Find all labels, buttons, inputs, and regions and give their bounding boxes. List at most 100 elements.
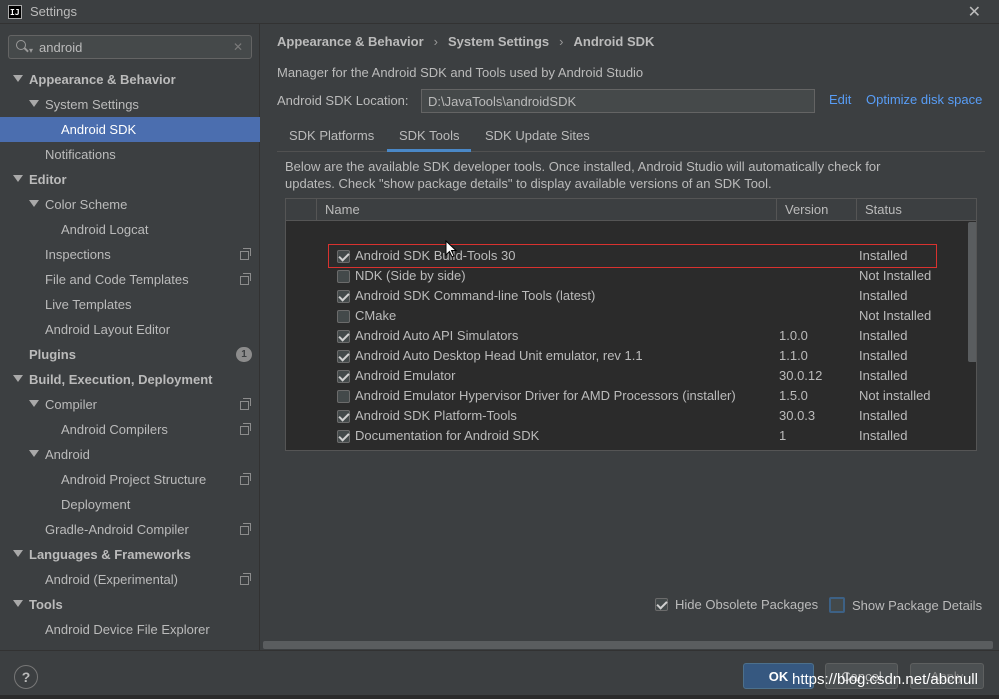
hide-obsolete-option[interactable]: Hide Obsolete Packages bbox=[655, 597, 818, 612]
help-icon[interactable]: ? bbox=[14, 665, 38, 689]
tree-item[interactable]: Android (Experimental) bbox=[0, 567, 260, 592]
tree-item[interactable]: Plugins 1 bbox=[0, 342, 260, 367]
expand-arrow-icon[interactable] bbox=[13, 174, 23, 184]
row-checkbox[interactable] bbox=[337, 410, 350, 423]
breadcrumb: Appearance & Behavior › System Settings … bbox=[277, 34, 654, 49]
close-icon[interactable]: ✕ bbox=[968, 2, 981, 22]
tree-item-label: Appearance & Behavior bbox=[29, 72, 176, 87]
row-checkbox[interactable] bbox=[337, 430, 350, 443]
tree-item[interactable]: Android bbox=[0, 442, 260, 467]
expand-arrow-icon[interactable] bbox=[13, 74, 23, 84]
row-checkbox[interactable] bbox=[337, 270, 350, 283]
tree-item[interactable]: Color Scheme bbox=[0, 192, 260, 217]
row-version: 1.0.0 bbox=[779, 448, 808, 450]
table-header: Name Version Status bbox=[286, 199, 976, 221]
table-row[interactable]: Android SDK Platform-Tools 30.0.3 Installe… bbox=[286, 407, 966, 427]
settings-search-box[interactable]: ▾ ✕ bbox=[8, 35, 252, 59]
table-row[interactable]: Documentation for Android SDK 1 Installed bbox=[286, 427, 966, 447]
edit-link[interactable]: Edit bbox=[829, 92, 851, 107]
optimize-disk-space-link[interactable]: Optimize disk space bbox=[866, 92, 982, 107]
row-checkbox[interactable] bbox=[337, 330, 350, 343]
table-row[interactable]: Android SDK Command-line Tools (latest) I… bbox=[286, 287, 966, 307]
row-checkbox[interactable] bbox=[337, 450, 350, 451]
table-row[interactable]: Android Emulator 30.0.12 Installed bbox=[286, 367, 966, 387]
breadcrumb-separator: › bbox=[559, 34, 564, 49]
tree-item[interactable]: Tools bbox=[0, 592, 260, 617]
tree-item[interactable]: Editor bbox=[0, 167, 260, 192]
tree-item[interactable]: Android Layout Editor bbox=[0, 317, 260, 342]
tree-item-label: Plugins bbox=[29, 347, 76, 362]
tree-item[interactable]: System Settings bbox=[0, 92, 260, 117]
row-checkbox[interactable] bbox=[337, 390, 350, 403]
expand-arrow-icon[interactable] bbox=[13, 549, 23, 559]
android-sdk-panel: Appearance & Behavior › System Settings … bbox=[261, 24, 999, 650]
table-row[interactable]: Android SDK Build-Tools 30 Installed bbox=[286, 247, 966, 267]
row-status: Installed bbox=[859, 328, 908, 343]
expand-arrow-icon[interactable] bbox=[29, 399, 39, 409]
tree-item-label: Gradle-Android Compiler bbox=[45, 522, 189, 537]
expand-arrow-icon[interactable] bbox=[13, 374, 23, 384]
tree-item[interactable]: Android Compilers bbox=[0, 417, 260, 442]
column-status-header[interactable]: Status bbox=[856, 199, 966, 221]
show-package-details-checkbox[interactable] bbox=[829, 597, 845, 613]
tree-item[interactable]: Android Logcat bbox=[0, 217, 260, 242]
column-version-header[interactable]: Version bbox=[776, 199, 856, 221]
tree-item[interactable]: Appearance & Behavior bbox=[0, 67, 260, 92]
row-name: Google Play APK Expansion library bbox=[355, 448, 558, 450]
row-status: Not installed bbox=[859, 388, 931, 403]
expand-arrow-icon[interactable] bbox=[13, 599, 23, 609]
table-row[interactable]: NDK (Side by side) Not Installed bbox=[286, 267, 966, 287]
tree-item[interactable]: Languages & Frameworks bbox=[0, 542, 260, 567]
tree-item[interactable]: Deployment bbox=[0, 492, 260, 517]
project-level-icon bbox=[240, 398, 251, 410]
row-checkbox[interactable] bbox=[337, 250, 350, 263]
tree-item[interactable]: Android SDK bbox=[0, 117, 260, 142]
tree-item[interactable]: Live Templates bbox=[0, 292, 260, 317]
breadcrumb-item: Appearance & Behavior bbox=[277, 34, 424, 49]
row-checkbox[interactable] bbox=[337, 350, 350, 363]
tab-sdk-tools[interactable]: SDK Tools bbox=[387, 122, 472, 152]
tree-item[interactable]: Gradle-Android Compiler bbox=[0, 517, 260, 542]
column-name-header[interactable]: Name bbox=[316, 199, 776, 221]
tree-item-label: Android Logcat bbox=[61, 222, 149, 237]
tree-item-label: Android Project Structure bbox=[61, 472, 207, 487]
tree-item[interactable]: Android Project Structure bbox=[0, 467, 260, 492]
expand-arrow-icon[interactable] bbox=[29, 99, 39, 109]
row-version: 1.5.0 bbox=[779, 388, 808, 403]
hide-obsolete-checkbox[interactable] bbox=[655, 598, 668, 611]
app-logo-icon: IJ bbox=[8, 4, 22, 19]
table-row[interactable]: CMake Not Installed bbox=[286, 307, 966, 327]
row-checkbox[interactable] bbox=[337, 310, 350, 323]
tree-item[interactable]: Compiler bbox=[0, 392, 260, 417]
tab-sdk-update-sites[interactable]: SDK Update Sites bbox=[473, 122, 602, 152]
search-input[interactable] bbox=[39, 39, 233, 55]
tree-item-label: Android SDK bbox=[61, 122, 137, 137]
sdk-location-field[interactable] bbox=[421, 89, 815, 113]
tree-item[interactable]: File and Code Templates bbox=[0, 267, 260, 292]
table-row[interactable]: Google Play APK Expansion library 1.0.0 In… bbox=[286, 447, 966, 451]
tree-item[interactable]: Android Device File Explorer bbox=[0, 617, 260, 642]
show-package-details-option[interactable]: Show Package Details bbox=[829, 597, 982, 613]
table-row[interactable]: Android Auto API Simulators 1.0.0 Installe… bbox=[286, 327, 966, 347]
table-vertical-scrollbar[interactable] bbox=[968, 222, 976, 362]
sdk-tabs: SDK Platforms SDK Tools SDK Update Sites bbox=[277, 122, 985, 152]
expand-arrow-icon[interactable] bbox=[29, 199, 39, 209]
clear-search-icon[interactable]: ✕ bbox=[233, 40, 243, 54]
table-row[interactable]: Android Emulator Hypervisor Driver for A… bbox=[286, 387, 966, 407]
tree-item[interactable]: Notifications bbox=[0, 142, 260, 167]
row-checkbox[interactable] bbox=[337, 290, 350, 303]
row-version: 1.1.0 bbox=[779, 348, 808, 363]
breadcrumb-item: Android SDK bbox=[573, 34, 655, 49]
hide-obsolete-label: Hide Obsolete Packages bbox=[675, 597, 819, 612]
tree-item-label: Android Compilers bbox=[61, 422, 168, 437]
panel-horizontal-scrollbar[interactable] bbox=[263, 641, 993, 649]
row-checkbox[interactable] bbox=[337, 370, 350, 383]
sdk-tools-table: Name Version Status Android SDK Build-To… bbox=[285, 198, 977, 451]
row-status: Installed bbox=[859, 348, 908, 363]
tree-item[interactable]: Inspections bbox=[0, 242, 260, 267]
table-row[interactable]: Android Auto Desktop Head Unit emulator,… bbox=[286, 347, 966, 367]
expand-arrow-icon[interactable] bbox=[29, 449, 39, 459]
tree-item[interactable]: Build, Execution, Deployment bbox=[0, 367, 260, 392]
project-level-icon bbox=[240, 273, 251, 285]
tab-sdk-platforms[interactable]: SDK Platforms bbox=[277, 122, 386, 152]
